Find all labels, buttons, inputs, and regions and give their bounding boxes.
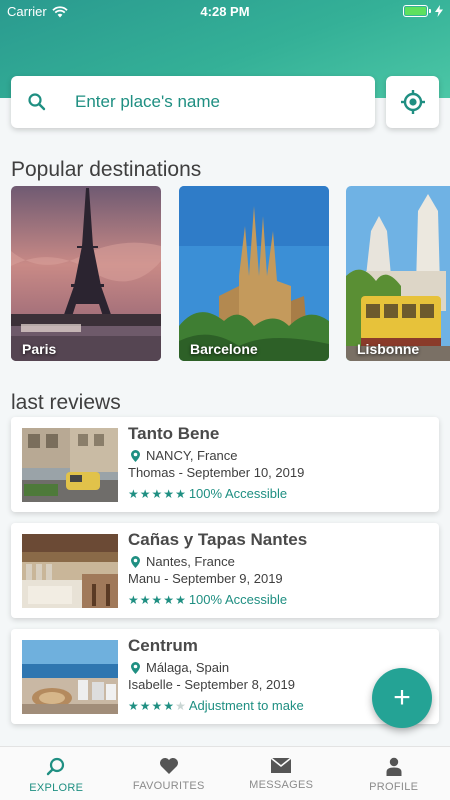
status-bar: Carrier 4:28 PM	[0, 0, 450, 24]
review-thumbnail	[22, 428, 118, 502]
tab-explore[interactable]: EXPLORE	[0, 747, 113, 800]
star-icon: ★	[128, 486, 139, 501]
star-icon: ★	[163, 698, 175, 713]
review-rating: ★ ★ ★ ★ ★ 100% Accessible	[128, 486, 287, 501]
destination-label: Barcelone	[190, 341, 258, 357]
tab-favourites[interactable]: FAVOURITES	[113, 747, 226, 800]
tab-label: MESSAGES	[249, 779, 314, 791]
star-icon: ★	[163, 486, 175, 501]
star-rating: ★ ★ ★ ★ ★	[128, 700, 186, 712]
paris-image	[11, 186, 161, 361]
tab-bar: EXPLORE FAVOURITES MESSAGES PROFILE	[0, 746, 450, 800]
review-location-text: NANCY, France	[146, 448, 238, 463]
review-place-name: Centrum	[128, 636, 198, 655]
review-location-text: Málaga, Spain	[146, 660, 230, 675]
star-icon: ★	[175, 592, 186, 607]
location-pin-icon	[131, 555, 140, 568]
search-input[interactable]	[75, 88, 365, 116]
review-rating: ★ ★ ★ ★ ★ Adjustment to make	[128, 698, 304, 713]
locate-button[interactable]	[386, 76, 439, 128]
review-location: Málaga, Spain	[131, 660, 229, 675]
popular-destinations-title: Popular destinations	[11, 158, 202, 181]
star-icon: ★	[139, 698, 151, 713]
rating-label: 100% Accessible	[188, 592, 288, 607]
add-review-button[interactable]: +	[372, 668, 432, 728]
tab-label: FAVOURITES	[132, 780, 205, 792]
star-icon-empty: ★	[175, 698, 186, 713]
last-reviews-title: last reviews	[11, 391, 121, 414]
location-pin-icon	[131, 661, 140, 674]
review-author-date: Isabelle - September 8, 2019	[128, 677, 295, 692]
tab-messages[interactable]: MESSAGES	[225, 747, 338, 800]
review-place-name: Tanto Bene	[128, 424, 220, 443]
star-icon: ★	[175, 486, 186, 501]
star-icon: ★	[151, 698, 163, 713]
star-rating: ★ ★ ★ ★ ★	[128, 594, 186, 606]
plus-icon: +	[393, 681, 411, 714]
battery-icon	[403, 5, 431, 17]
search-box[interactable]	[11, 76, 375, 128]
star-icon: ★	[139, 486, 151, 501]
destination-label: Paris	[22, 341, 57, 357]
person-icon	[386, 757, 402, 776]
review-place-name: Cañas y Tapas Nantes	[128, 530, 308, 549]
star-icon: ★	[128, 592, 139, 607]
destination-card-lisbonne[interactable]: Lisbonne	[346, 186, 450, 361]
star-icon: ★	[128, 698, 139, 713]
review-thumbnail	[22, 534, 118, 608]
destination-label: Lisbonne	[357, 341, 420, 357]
barcelone-image	[179, 186, 329, 361]
tab-label: EXPLORE	[29, 782, 84, 794]
star-icon: ★	[151, 486, 163, 501]
review-location: NANCY, France	[131, 448, 238, 463]
rating-label: Adjustment to make	[188, 698, 304, 713]
star-icon: ★	[139, 592, 151, 607]
tab-label: PROFILE	[369, 781, 419, 793]
destination-card-paris[interactable]: Paris	[11, 186, 161, 361]
destination-card-barcelone[interactable]: Barcelone	[179, 186, 329, 361]
tab-profile[interactable]: PROFILE	[338, 747, 450, 800]
review-author-date: Thomas - September 10, 2019	[128, 465, 305, 480]
crosshair-icon	[400, 90, 425, 114]
review-rating: ★ ★ ★ ★ ★ 100% Accessible	[128, 592, 287, 607]
location-pin-icon	[131, 449, 140, 462]
review-card[interactable]: Tanto Bene NANCY, France Thomas - Septem…	[11, 417, 439, 512]
review-thumbnail	[22, 640, 118, 714]
review-location: Nantes, France	[131, 554, 235, 569]
search-icon	[28, 93, 46, 111]
heart-icon	[159, 758, 178, 774]
review-location-text: Nantes, France	[146, 554, 235, 569]
lisbonne-image	[346, 186, 450, 361]
status-right	[403, 5, 443, 17]
star-rating: ★ ★ ★ ★ ★	[128, 488, 186, 500]
star-icon: ★	[163, 592, 175, 607]
status-time: 4:28 PM	[200, 4, 250, 19]
charging-icon	[435, 5, 443, 17]
destinations-carousel[interactable]: Paris Barcelone Lisbonne	[11, 186, 450, 362]
star-icon: ★	[151, 592, 163, 607]
envelope-icon	[270, 757, 292, 773]
rating-label: 100% Accessible	[188, 486, 288, 501]
compass-icon	[47, 757, 65, 776]
review-card[interactable]: Cañas y Tapas Nantes Nantes, France Manu…	[11, 523, 439, 618]
review-author-date: Manu - September 9, 2019	[128, 571, 283, 586]
